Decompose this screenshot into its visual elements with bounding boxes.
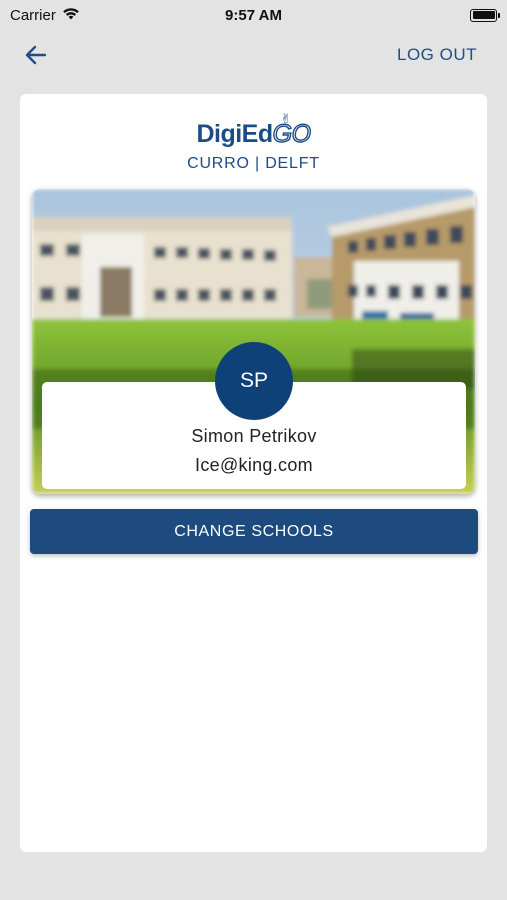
carrier-label: Carrier: [10, 6, 56, 24]
profile-card: DigiEdGO ✌ CURRO | DELFT SP Simon Petrik…: [20, 94, 487, 852]
profile-email: Ice@king.com: [195, 455, 313, 475]
battery-fill: [472, 11, 495, 19]
wifi-icon: [62, 7, 80, 24]
logout-button[interactable]: LOG OUT: [397, 45, 477, 65]
profile-name: Simon Petrikov: [191, 426, 317, 446]
battery-icon: [470, 8, 500, 22]
nav-bar: LOG OUT: [0, 30, 507, 80]
avatar: SP: [215, 342, 293, 420]
school-name: CURRO | DELFT: [187, 155, 320, 172]
status-bar: Carrier 9:57 AM: [0, 0, 507, 30]
change-schools-button[interactable]: CHANGE SCHOOLS: [30, 509, 478, 554]
back-button[interactable]: [22, 41, 50, 69]
logo-suffix: GO ✌: [272, 111, 312, 149]
logo-text: DigiEd: [196, 120, 273, 148]
logo-suffix-text: GO: [272, 119, 312, 148]
hand-wave-icon: ✌: [280, 111, 292, 126]
arrow-left-icon: [25, 45, 47, 65]
app-logo: DigiEdGO ✌: [20, 111, 487, 149]
status-left: Carrier: [10, 7, 80, 24]
